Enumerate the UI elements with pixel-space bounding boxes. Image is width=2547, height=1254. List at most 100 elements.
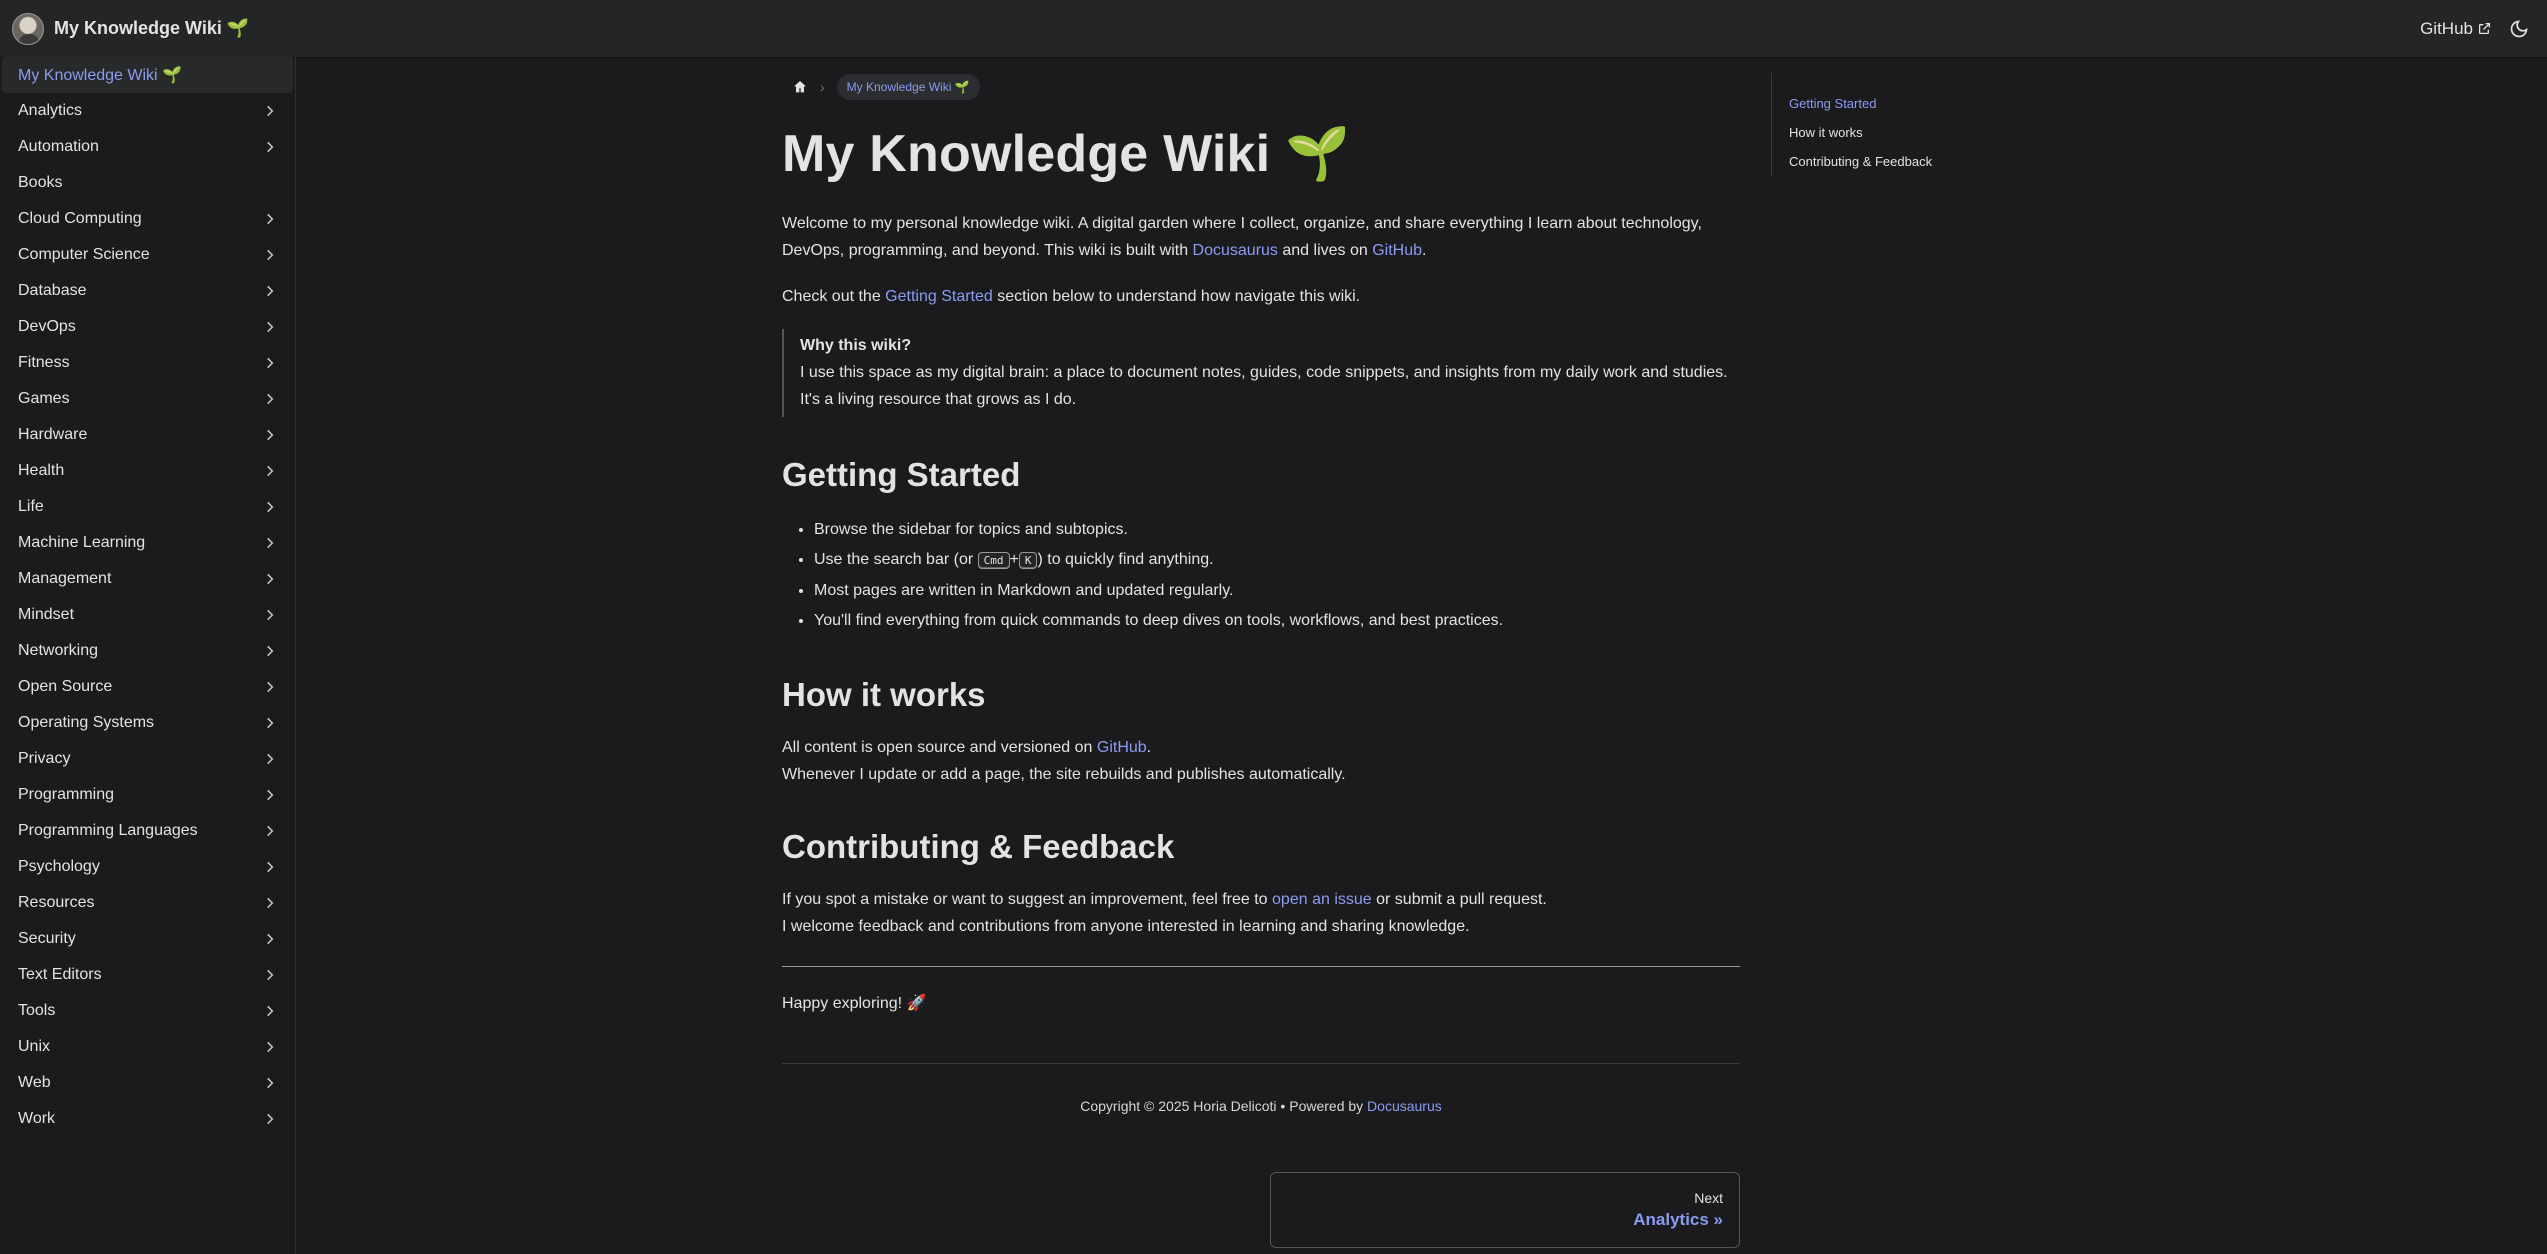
sidebar-item-cloud-computing[interactable]: Cloud Computing xyxy=(2,201,293,237)
sidebar-item-unix[interactable]: Unix xyxy=(2,1029,293,1065)
chevron-right-icon[interactable] xyxy=(263,680,277,694)
chevron-right-icon[interactable] xyxy=(263,320,277,334)
sidebar-item-machine-learning[interactable]: Machine Learning xyxy=(2,525,293,561)
chevron-right-icon[interactable] xyxy=(263,896,277,910)
chevron-right-icon[interactable] xyxy=(263,104,277,118)
docusaurus-link[interactable]: Docusaurus xyxy=(1193,242,1278,259)
brand-link[interactable]: My Knowledge Wiki 🌱 xyxy=(12,12,249,45)
sidebar-item-books[interactable]: Books xyxy=(2,165,293,201)
sidebar-item-work[interactable]: Work xyxy=(2,1101,293,1137)
heading-getting-started: Getting Started xyxy=(782,456,1021,493)
footer-docusaurus-link[interactable]: Docusaurus xyxy=(1367,1098,1442,1114)
chevron-right-icon[interactable] xyxy=(263,140,277,154)
chevron-right-icon[interactable] xyxy=(263,1004,277,1018)
pagination-next[interactable]: Next Analytics » xyxy=(1270,1172,1740,1248)
chevron-right-icon[interactable] xyxy=(263,284,277,298)
sidebar-item-text-editors[interactable]: Text Editors xyxy=(2,957,293,993)
chevron-right-icon[interactable] xyxy=(263,1076,277,1090)
chevron-right-icon[interactable] xyxy=(263,212,277,226)
sidebar-item-label: Web xyxy=(18,1074,51,1091)
sidebar-item-computer-science[interactable]: Computer Science xyxy=(2,237,293,273)
chevron-right-icon[interactable] xyxy=(263,356,277,370)
chevron-right-icon[interactable] xyxy=(263,572,277,586)
intro-text: . xyxy=(1422,242,1427,259)
sidebar-item-mindset[interactable]: Mindset xyxy=(2,597,293,633)
github-link[interactable]: GitHub xyxy=(2420,19,2491,39)
quote-body: I use this space as my digital brain: a … xyxy=(800,364,1728,408)
sidebar-item-security[interactable]: Security xyxy=(2,921,293,957)
chevron-right-icon[interactable] xyxy=(263,428,277,442)
kbd-cmd: Cmd xyxy=(977,552,1010,569)
breadcrumb-current: My Knowledge Wiki 🌱 xyxy=(836,73,980,100)
sidebar: My Knowledge Wiki 🌱 Analytics Automation Bo… xyxy=(0,57,296,1254)
dark-mode-toggle-icon[interactable] xyxy=(2509,19,2529,39)
sidebar-item-fitness[interactable]: Fitness xyxy=(2,345,293,381)
chevron-right-icon[interactable] xyxy=(263,788,277,802)
chevron-right-icon[interactable] xyxy=(263,1112,277,1126)
sidebar-item-label: Programming xyxy=(18,786,115,803)
sidebar-item-privacy[interactable]: Privacy xyxy=(2,741,293,777)
sidebar-item-label: Cloud Computing xyxy=(18,210,142,227)
breadcrumb: › My Knowledge Wiki 🌱 xyxy=(782,72,1740,101)
sidebar-item-operating-systems[interactable]: Operating Systems xyxy=(2,705,293,741)
chevron-right-icon[interactable] xyxy=(263,608,277,622)
sidebar-item-automation[interactable]: Automation xyxy=(2,129,293,165)
chevron-right-icon[interactable] xyxy=(263,1040,277,1054)
pagination-sublabel: Next xyxy=(1694,1190,1723,1206)
github-content-link[interactable]: GitHub xyxy=(1372,242,1422,259)
hiw-text: All content is open source and versioned… xyxy=(782,739,1097,756)
sidebar-item-label: Fitness xyxy=(18,354,70,371)
sidebar-item-programming[interactable]: Programming xyxy=(2,777,293,813)
sidebar-item-my-knowledge-wiki[interactable]: My Knowledge Wiki 🌱 xyxy=(2,57,293,93)
sidebar-item-games[interactable]: Games xyxy=(2,381,293,417)
toc-item-how-it-works[interactable]: How it works xyxy=(1789,118,1991,147)
sidebar-item-life[interactable]: Life xyxy=(2,489,293,525)
sidebar-item-label: Security xyxy=(18,930,76,947)
github-versioned-link[interactable]: GitHub xyxy=(1097,739,1147,756)
divider xyxy=(782,966,1740,967)
sidebar-item-devops[interactable]: DevOps xyxy=(2,309,293,345)
sidebar-item-open-source[interactable]: Open Source xyxy=(2,669,293,705)
toc-item-getting-started[interactable]: Getting Started xyxy=(1789,89,1991,118)
chevron-right-icon[interactable] xyxy=(263,500,277,514)
chevron-right-icon[interactable] xyxy=(263,968,277,982)
chevron-right-icon[interactable] xyxy=(263,248,277,262)
avatar xyxy=(12,12,44,45)
chevron-right-icon[interactable] xyxy=(263,860,277,874)
chevron-right-icon[interactable] xyxy=(263,392,277,406)
sidebar-item-programming-languages[interactable]: Programming Languages xyxy=(2,813,293,849)
sidebar-item-analytics[interactable]: Analytics xyxy=(2,93,293,129)
sidebar-item-psychology[interactable]: Psychology xyxy=(2,849,293,885)
sidebar-item-networking[interactable]: Networking xyxy=(2,633,293,669)
list-text: ) to quickly find anything. xyxy=(1037,551,1214,568)
github-link-label: GitHub xyxy=(2420,18,2473,38)
chevron-right-icon[interactable] xyxy=(263,644,277,658)
toc-item-contributing-feedback[interactable]: Contributing & Feedback xyxy=(1789,147,1991,176)
chevron-right-icon[interactable] xyxy=(263,932,277,946)
sidebar-item-management[interactable]: Management xyxy=(2,561,293,597)
chevron-right-icon[interactable] xyxy=(263,716,277,730)
sidebar-item-web[interactable]: Web xyxy=(2,1065,293,1101)
chevron-right-icon[interactable] xyxy=(263,464,277,478)
quote-title: Why this wiki? xyxy=(800,337,912,354)
list-item: Most pages are written in Markdown and u… xyxy=(814,576,1740,606)
page-title: My Knowledge Wiki 🌱 xyxy=(782,125,1350,183)
sidebar-item-database[interactable]: Database xyxy=(2,273,293,309)
sidebar-item-hardware[interactable]: Hardware xyxy=(2,417,293,453)
getting-started-link[interactable]: Getting Started xyxy=(885,288,993,305)
sidebar-item-label: Programming Languages xyxy=(18,822,198,839)
chevron-right-icon[interactable] xyxy=(263,824,277,838)
sidebar-item-resources[interactable]: Resources xyxy=(2,885,293,921)
blockquote: Why this wiki? I use this space as my di… xyxy=(782,329,1740,417)
copyright-text: Copyright © 2025 Horia Delicoti • Powere… xyxy=(1080,1098,1368,1114)
happy-exploring: Happy exploring! 🚀 xyxy=(782,995,927,1012)
sidebar-item-tools[interactable]: Tools xyxy=(2,993,293,1029)
chevron-right-icon[interactable] xyxy=(263,752,277,766)
sidebar-item-health[interactable]: Health xyxy=(2,453,293,489)
chevron-right-icon[interactable] xyxy=(263,536,277,550)
open-issue-link[interactable]: open an issue xyxy=(1272,891,1372,908)
sidebar-item-label: Management xyxy=(18,570,112,587)
cf-text: I welcome feedback and contributions fro… xyxy=(782,918,1470,935)
home-icon[interactable] xyxy=(792,79,808,95)
how-it-works-paragraph: All content is open source and versioned… xyxy=(782,734,1740,788)
